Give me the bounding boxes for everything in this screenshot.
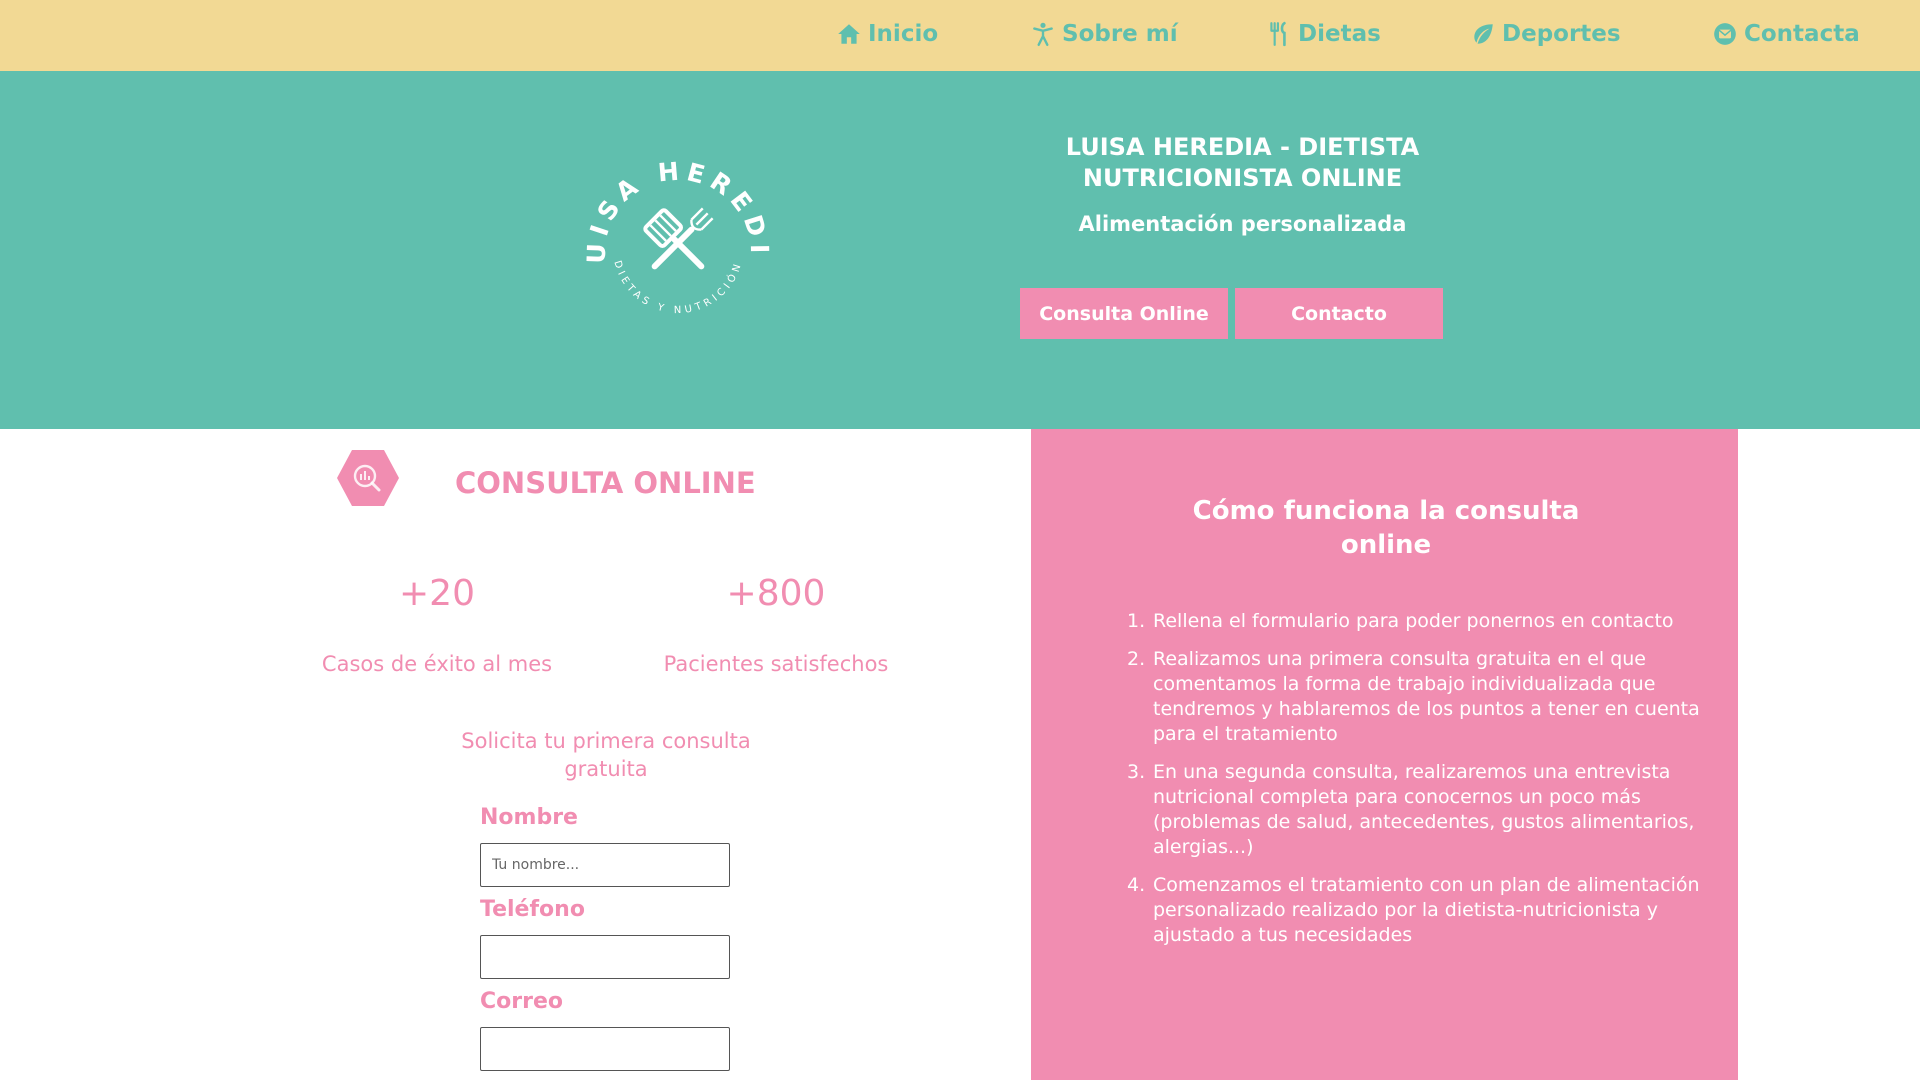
stat-label-patients: Pacientes satisfechos	[663, 652, 889, 676]
nav-item-contacta[interactable]: Contacta	[1712, 17, 1860, 51]
stat-value-success: +20	[399, 573, 475, 614]
consulta-section-title: CONSULTA ONLINE	[455, 466, 756, 500]
nav-item-label: Inicio	[868, 21, 939, 47]
hero-banner	[0, 71, 1920, 429]
nav-item-deportes[interactable]: Deportes	[1470, 17, 1621, 51]
utensils-logo-icon	[643, 207, 714, 270]
consulta-online-button[interactable]: Consulta Online	[1020, 288, 1228, 339]
home-icon	[838, 24, 860, 44]
nav-item-label: Deportes	[1502, 21, 1621, 47]
person-icon	[1033, 22, 1053, 47]
nav-item-label: Sobre mí	[1062, 21, 1178, 47]
correo-label: Correo	[480, 989, 563, 1014]
form-cta-text: Solicita tu primera consulta gratuita	[461, 729, 751, 781]
envelope-icon	[1714, 23, 1736, 45]
telefono-input[interactable]	[480, 935, 730, 979]
nombre-input[interactable]	[480, 843, 730, 887]
list-item: 3. En una segunda consulta, realizaremos…	[1127, 760, 1707, 860]
logo-tagline: DIETAS Y NUTRICIÓN	[611, 259, 740, 316]
step-number: 3.	[1127, 761, 1146, 783]
svg-text:DIETAS Y NUTRICIÓN: DIETAS Y NUTRICIÓN	[611, 259, 744, 316]
contacto-button[interactable]: Contacto	[1235, 288, 1443, 339]
list-item: 2. Realizamos una primera consulta gratu…	[1127, 647, 1707, 747]
brand-logo: LUISA HEREDIA DIETAS Y NUTRICIÓN	[583, 148, 768, 316]
list-item: 1. Rellena el formulario para poder pone…	[1127, 609, 1707, 634]
leaf-icon	[1474, 24, 1493, 44]
nav-item-inicio[interactable]: Inicio	[836, 17, 938, 51]
step-text: En una segunda consulta, realizaremos un…	[1153, 761, 1695, 858]
step-text: Realizamos una primera consulta gratuita…	[1153, 648, 1700, 745]
correo-input[interactable]	[480, 1027, 730, 1071]
list-item: 4. Comenzamos el tratamiento con un plan…	[1127, 873, 1707, 948]
utensils-icon	[1270, 21, 1286, 47]
nav-item-sobre-mi[interactable]: Sobre mí	[1030, 17, 1178, 51]
step-text: Rellena el formulario para poder ponerno…	[1153, 610, 1674, 632]
step-number: 2.	[1127, 648, 1146, 670]
nav-item-label: Dietas	[1298, 21, 1381, 47]
telefono-label: Teléfono	[480, 897, 585, 922]
hero-title: LUISA HEREDIA - DIETISTA NUTRICIONISTA O…	[1065, 133, 1420, 192]
stat-value-patients: +800	[726, 573, 826, 614]
top-nav: Inicio Sobre mí Dietas Deportes Contacta	[0, 0, 1920, 71]
nav-item-label: Contacta	[1744, 21, 1860, 47]
step-number: 4.	[1127, 874, 1146, 896]
how-it-works-title: Cómo funciona la consulta online	[1192, 496, 1580, 560]
stat-label-success: Casos de éxito al mes	[321, 652, 553, 676]
steps-list: 1. Rellena el formulario para poder pone…	[1127, 609, 1707, 961]
how-it-works-panel: Cómo funciona la consulta online 1. Rell…	[1031, 429, 1738, 1080]
nombre-label: Nombre	[480, 805, 578, 830]
step-text: Comenzamos el tratamiento con un plan de…	[1153, 874, 1700, 946]
hero-subtitle: Alimentación personalizada	[1078, 212, 1407, 236]
nav-item-dietas[interactable]: Dietas	[1266, 17, 1381, 51]
consultation-hexagon-icon	[337, 450, 399, 506]
step-number: 1.	[1127, 610, 1146, 632]
